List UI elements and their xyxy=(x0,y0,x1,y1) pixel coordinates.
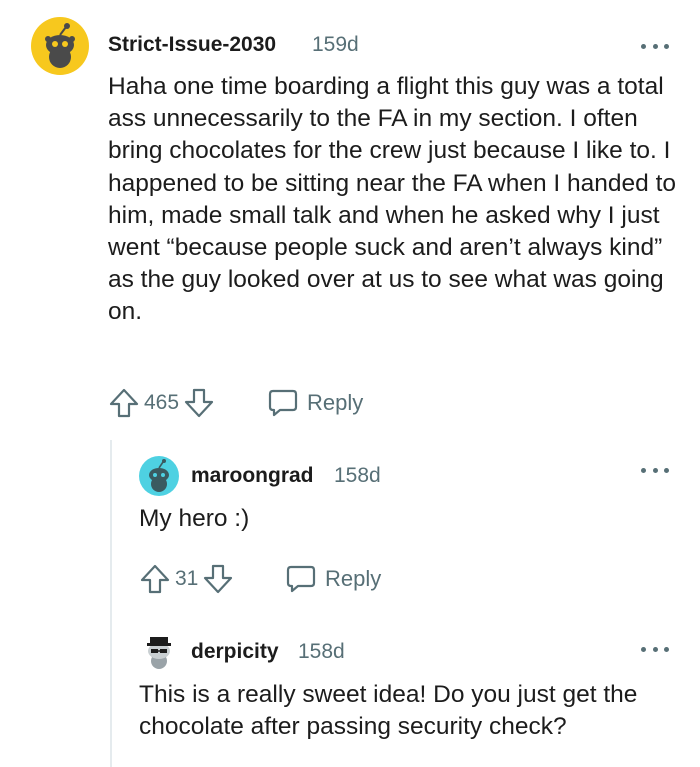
upvote-arrow-icon[interactable] xyxy=(139,563,171,595)
snoo-avatar-icon xyxy=(147,637,171,669)
comment-age: 158d xyxy=(298,640,345,663)
vote-count: 31 xyxy=(175,567,199,590)
speech-bubble-icon xyxy=(268,389,298,417)
speech-bubble-icon xyxy=(286,565,316,593)
upvote-arrow-icon[interactable] xyxy=(108,387,140,419)
vote-controls: 465 xyxy=(108,387,215,419)
downvote-arrow-icon[interactable] xyxy=(202,563,234,595)
comment-age: 158d xyxy=(334,464,381,487)
username[interactable]: maroongrad xyxy=(191,464,314,488)
downvote-arrow-icon[interactable] xyxy=(183,387,215,419)
snoo-avatar-icon xyxy=(149,459,169,492)
comment-age: 159d xyxy=(312,33,359,56)
user-avatar[interactable] xyxy=(139,456,179,496)
user-avatar[interactable] xyxy=(139,631,179,671)
reply-label: Reply xyxy=(307,390,364,415)
more-options-icon[interactable] xyxy=(641,641,669,657)
comment-body: Haha one time boarding a flight this guy… xyxy=(108,73,677,326)
vote-controls: 31 xyxy=(139,563,234,595)
username[interactable]: derpicity xyxy=(191,640,279,664)
more-options-icon[interactable] xyxy=(641,38,669,54)
reply-button[interactable]: Reply xyxy=(267,387,363,419)
username[interactable]: Strict-Issue-2030 xyxy=(108,33,276,57)
comment-body: My hero :) xyxy=(139,505,250,532)
user-avatar[interactable] xyxy=(31,17,89,75)
comment-body: This is a really sweet idea! Do you just… xyxy=(139,681,638,741)
more-options-icon[interactable] xyxy=(641,462,669,478)
reply-label: Reply xyxy=(325,566,382,591)
vote-count: 465 xyxy=(144,391,180,414)
thread-line xyxy=(110,440,112,767)
reply-button[interactable]: Reply xyxy=(285,563,381,595)
snoo-avatar-icon xyxy=(45,23,75,68)
